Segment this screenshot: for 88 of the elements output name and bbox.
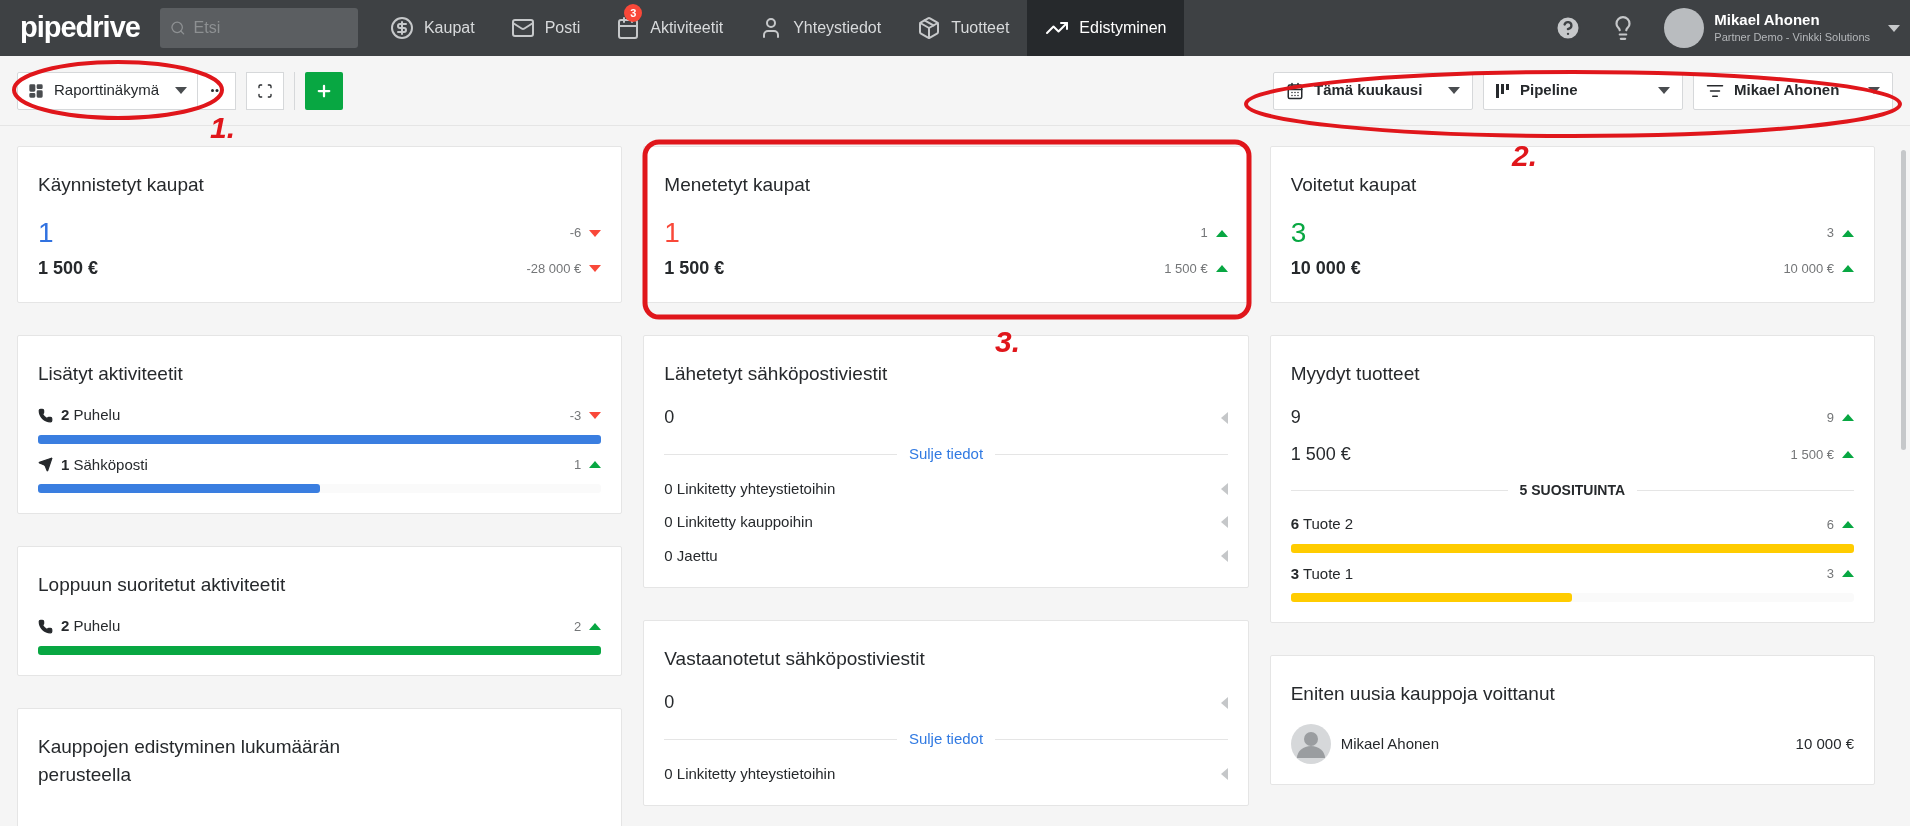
collapse-arrow-icon[interactable] xyxy=(1220,516,1228,529)
close-details-link[interactable]: Sulje tiedot xyxy=(908,443,984,466)
deal-amount: 1 500 € xyxy=(664,257,725,280)
change-value: 1 500 € xyxy=(1790,445,1834,464)
detail-row-text: 0 Linkitetty yhteystietoihin xyxy=(664,478,836,499)
phone-icon xyxy=(38,618,53,634)
calendar-icon xyxy=(1286,81,1304,100)
nav-tab[interactable]: Yhteystiedot xyxy=(741,0,900,56)
caret-icon xyxy=(175,87,188,94)
nav-icon xyxy=(510,16,535,40)
change-value: -28 000 € xyxy=(526,259,582,278)
nav-tab[interactable]: Tuotteet xyxy=(899,0,1028,56)
logo[interactable]: pipedrive xyxy=(0,6,160,50)
row-label: 2 Puhelu xyxy=(61,405,121,425)
widget-title: Loppuun suoritetut aktiviteetit xyxy=(38,573,287,597)
nav-tab[interactable]: Kaupat xyxy=(371,0,493,56)
collapse-arrow-icon[interactable] xyxy=(1220,767,1228,780)
email-count: 0 xyxy=(664,406,675,429)
section-heading: 5 SUOSITUINTA xyxy=(1519,481,1626,500)
annotation-label: 1. xyxy=(210,112,236,144)
nav-icon xyxy=(917,16,942,40)
widget-title: Eniten uusia kauppoja voittanut xyxy=(1290,682,1556,706)
change-value: -6 xyxy=(569,224,582,243)
deal-count: 1 xyxy=(38,216,54,250)
close-details-link[interactable]: Sulje tiedot xyxy=(908,728,984,751)
nav-tab[interactable]: Posti xyxy=(492,0,599,56)
nav-icon xyxy=(616,16,641,40)
pipeline-icon xyxy=(1496,83,1510,98)
caret-icon xyxy=(1658,87,1670,94)
add-button[interactable] xyxy=(305,71,344,110)
change-value: 1 xyxy=(1200,224,1208,243)
collapse-arrow-icon[interactable] xyxy=(1220,482,1228,495)
widget-title: Voitetut kaupat xyxy=(1290,173,1418,197)
widget-title: Menetetyt kaupat xyxy=(664,173,812,197)
change-value: 9 xyxy=(1826,408,1834,427)
row-label: 3 Tuote 1 xyxy=(1290,563,1354,584)
change-value: -3 xyxy=(569,406,582,425)
notification-badge: 3 xyxy=(624,4,643,22)
caret-icon xyxy=(1448,87,1460,94)
dashboard-icon xyxy=(28,82,44,99)
user-name: Mikael Ahonen xyxy=(1714,11,1821,29)
row-label: 2 Puhelu xyxy=(61,616,121,636)
annotation-label: 2. xyxy=(1512,140,1538,172)
row-label: 1 Sähköposti xyxy=(61,454,148,475)
widget-title: Lähetetyt sähköpostiviestit xyxy=(664,362,889,386)
change-value: 1 xyxy=(574,456,582,474)
nav-tab[interactable]: 3 Aktiviteetit xyxy=(598,0,742,56)
widget-title: Lisätyt aktiviteetit xyxy=(38,362,184,386)
person-name: Mikael Ahonen xyxy=(1340,733,1440,754)
collapse-arrow-icon[interactable] xyxy=(1220,549,1228,562)
phone-icon xyxy=(38,407,53,423)
change-value: 6 xyxy=(1826,515,1834,534)
scrollbar[interactable] xyxy=(1901,150,1906,450)
collapse-arrow-icon[interactable] xyxy=(1220,411,1228,424)
detail-row-text: 0 Linkitetty yhteystietoihin xyxy=(664,763,836,784)
change-value: 3 xyxy=(1826,224,1834,243)
widget-title: Kauppojen edistyminen lukumäärän perusteella xyxy=(38,734,342,787)
widget-title: Vastaanotetut sähköpostiviestit xyxy=(664,647,926,671)
deal-amount: 1 500 € xyxy=(38,257,99,280)
nav-tab[interactable]: Edistyminen xyxy=(1027,0,1185,56)
email-count: 0 xyxy=(664,691,675,714)
won-amount: 10 000 € xyxy=(1795,733,1854,754)
deal-count: 1 xyxy=(664,216,680,250)
collapse-arrow-icon[interactable] xyxy=(1220,696,1228,709)
search-icon xyxy=(169,19,186,37)
row-label: 6 Tuote 2 xyxy=(1290,514,1354,534)
product-amount: 1 500 € xyxy=(1290,443,1351,466)
widget-title: Myydyt tuotteet xyxy=(1290,362,1421,386)
change-value: 3 xyxy=(1826,565,1834,583)
deal-count: 3 xyxy=(1290,216,1307,250)
annotation-label: 3. xyxy=(995,326,1021,358)
fullscreen-button[interactable] xyxy=(246,71,285,110)
fullscreen-icon xyxy=(257,82,274,99)
detail-row-text: 0 Jaettu xyxy=(664,545,718,566)
change-value: 10 000 € xyxy=(1783,259,1834,278)
nav-icon xyxy=(389,16,414,40)
company-name: Partner Demo - Vinkki Solutions xyxy=(1714,30,1870,45)
widget-title: Käynnistetyt kaupat xyxy=(38,173,205,197)
deal-amount: 10 000 € xyxy=(1290,257,1361,280)
avatar-icon xyxy=(1290,724,1331,764)
product-count: 9 xyxy=(1290,406,1301,429)
send-icon xyxy=(38,457,53,473)
view-select-button[interactable]: Raporttinäkymä xyxy=(17,71,199,110)
change-value: 2 xyxy=(574,617,582,636)
change-value: 1 500 € xyxy=(1164,259,1208,278)
avatar-icon[interactable] xyxy=(1664,8,1705,48)
dropdown-caret-icon xyxy=(1888,24,1900,32)
detail-row-text: 0 Linkitetty kauppoihin xyxy=(664,512,813,532)
